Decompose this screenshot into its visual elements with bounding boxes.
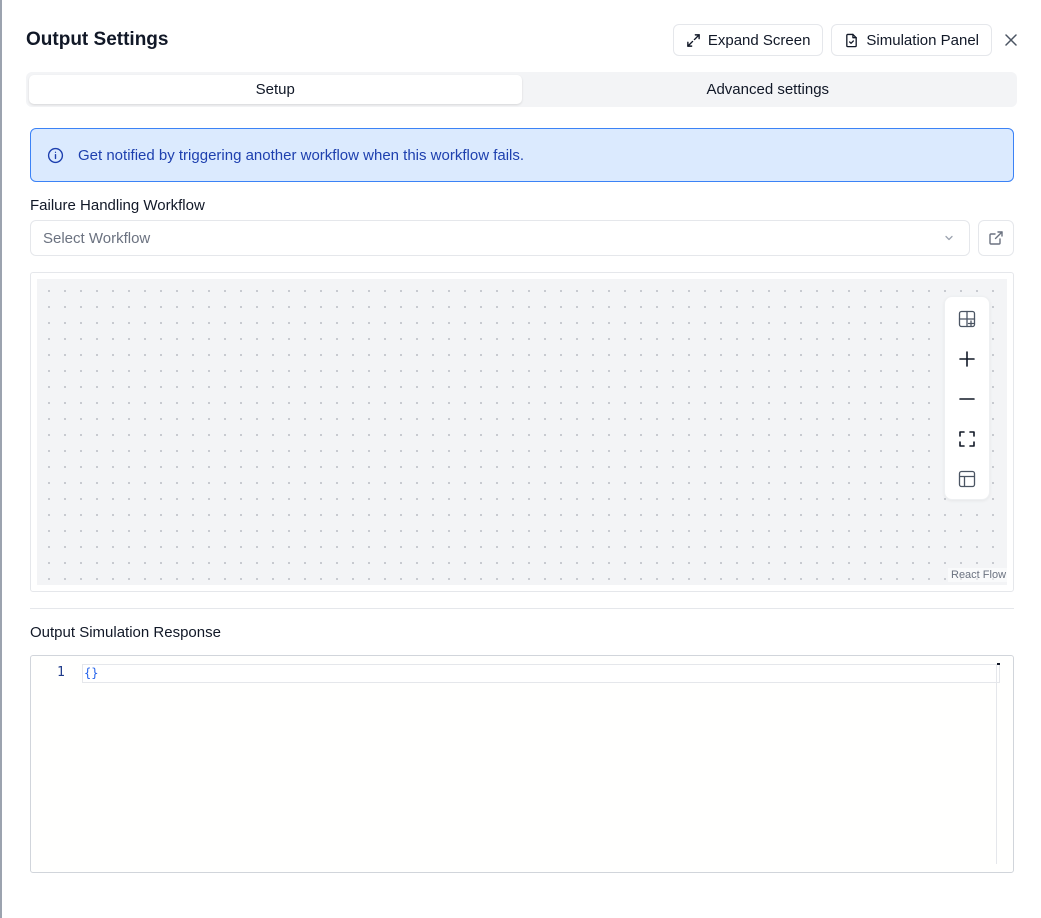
external-link-icon xyxy=(989,231,1003,245)
code-line[interactable]: {} xyxy=(84,666,98,680)
header-actions: Expand Screen Simulation Panel xyxy=(672,24,1022,56)
info-icon xyxy=(47,147,64,164)
fit-view-button[interactable] xyxy=(947,419,987,459)
scrollbar-marker xyxy=(997,663,1000,665)
expand-screen-button[interactable]: Expand Screen xyxy=(672,24,824,56)
alert-text: Get notified by triggering another workf… xyxy=(78,146,525,164)
zoom-out-icon xyxy=(959,398,975,400)
simulation-code-editor[interactable]: 1 {} xyxy=(30,655,1014,873)
workflow-preview-frame xyxy=(30,272,1014,592)
react-flow-attribution[interactable]: React Flow xyxy=(948,568,1010,582)
layout-button[interactable] xyxy=(947,459,987,499)
simulation-response-label: Output Simulation Response xyxy=(30,624,221,641)
window-edge xyxy=(0,0,2,918)
expand-icon xyxy=(686,33,701,48)
settings-tabs: Setup Advanced settings xyxy=(26,72,1017,107)
zoom-in-icon xyxy=(959,351,975,367)
workflow-select[interactable]: Select Workflow xyxy=(30,220,970,256)
flow-controls xyxy=(944,296,990,500)
add-node-button[interactable] xyxy=(947,299,987,339)
zoom-out-button[interactable] xyxy=(947,379,987,419)
fit-view-icon xyxy=(959,431,975,447)
layout-icon xyxy=(958,470,976,488)
line-number: 1 xyxy=(57,665,65,680)
flow-canvas[interactable] xyxy=(37,279,1007,585)
zoom-in-button[interactable] xyxy=(947,339,987,379)
tab-advanced-settings[interactable]: Advanced settings xyxy=(522,75,1015,104)
close-icon xyxy=(1005,34,1017,46)
workflow-select-placeholder: Select Workflow xyxy=(43,229,151,247)
page-title: Output Settings xyxy=(26,29,169,50)
close-button[interactable] xyxy=(1000,29,1022,51)
editor-scrollbar[interactable] xyxy=(996,664,997,864)
modal-header: Output Settings Expand Screen Simulation… xyxy=(26,24,1022,56)
add-node-icon xyxy=(958,310,976,328)
tab-setup[interactable]: Setup xyxy=(29,75,522,104)
open-workflow-button[interactable] xyxy=(978,220,1014,256)
file-check-icon xyxy=(844,33,859,48)
simulation-panel-label: Simulation Panel xyxy=(866,31,979,49)
expand-screen-label: Expand Screen xyxy=(707,31,811,49)
section-divider xyxy=(30,608,1014,609)
simulation-panel-button[interactable]: Simulation Panel xyxy=(831,24,992,56)
failure-workflow-label: Failure Handling Workflow xyxy=(30,197,205,214)
active-line xyxy=(82,664,1000,683)
info-alert: Get notified by triggering another workf… xyxy=(30,128,1014,182)
chevron-down-icon xyxy=(945,235,953,241)
